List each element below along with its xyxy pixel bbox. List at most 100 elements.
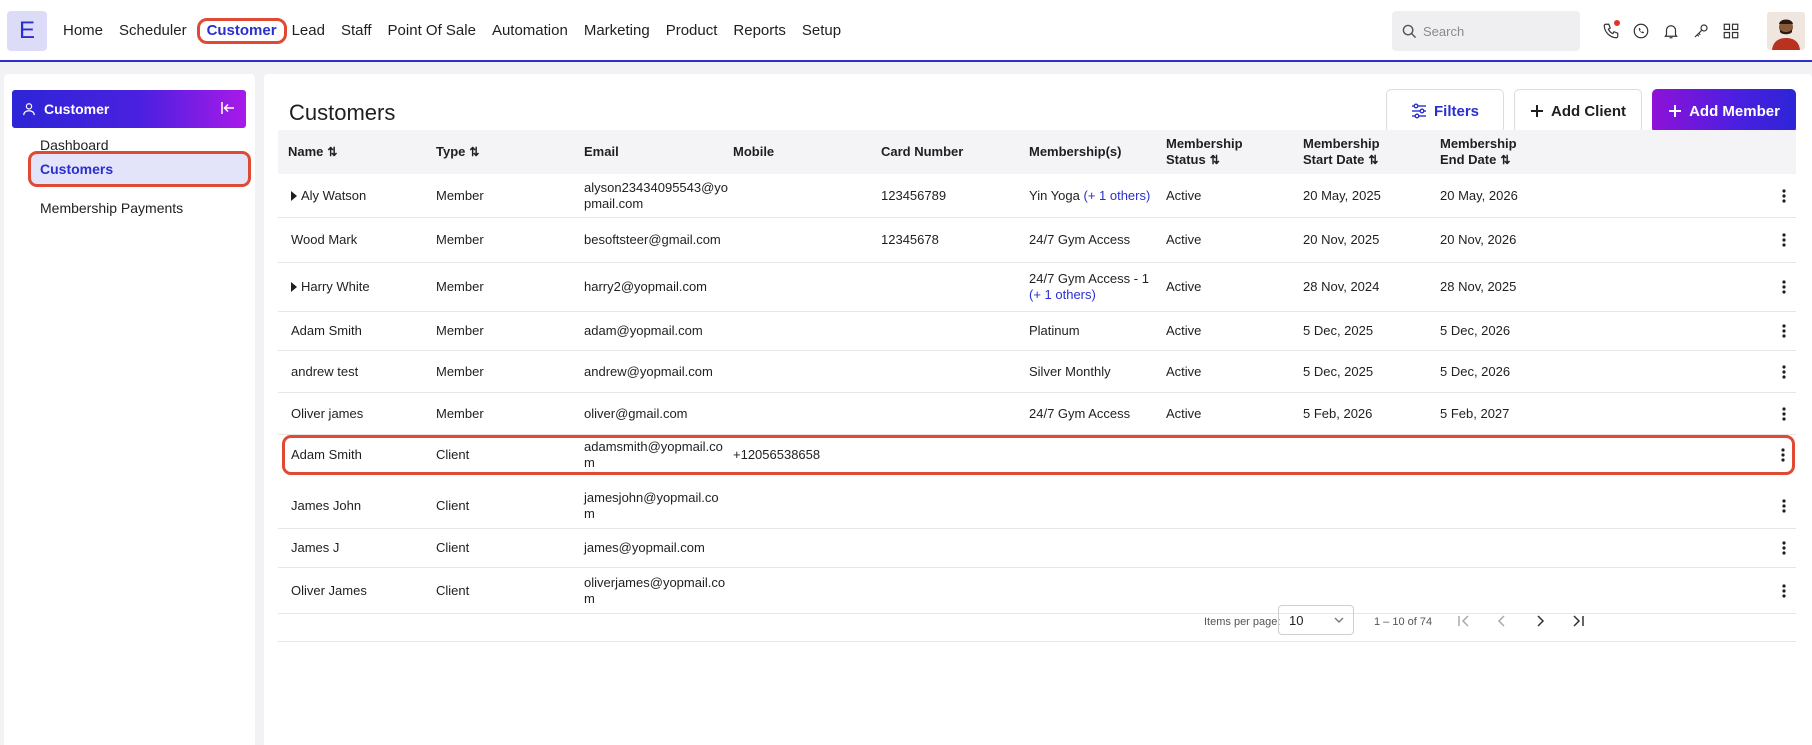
column-header-membership-start-date[interactable]: Membership Start Date ⇅	[1303, 130, 1380, 174]
next-page-icon[interactable]	[1530, 611, 1550, 631]
items-per-page-select[interactable]: 10	[1278, 605, 1354, 635]
plus-icon	[1531, 105, 1543, 117]
sidebar-item-membership-payments[interactable]: Membership Payments	[40, 200, 183, 216]
customer-name[interactable]: Wood Mark	[291, 232, 357, 248]
table-row[interactable]: Aly Watson Member alyson23434095543@yo pmai…	[278, 174, 1796, 218]
customer-name[interactable]: Harry White	[301, 279, 370, 295]
sort-icon[interactable]: ⇅	[1500, 152, 1510, 168]
sidebar-item-customers[interactable]: Customers	[28, 151, 251, 187]
bell-icon[interactable]	[1656, 18, 1686, 44]
add-member-button[interactable]: Add Member	[1652, 89, 1796, 133]
customer-name[interactable]: Adam Smith	[291, 323, 362, 339]
more-options-icon[interactable]	[1782, 351, 1786, 392]
previous-page-icon[interactable]	[1492, 611, 1512, 631]
cell-email: adam@yopmail.com	[584, 312, 703, 350]
more-options-icon[interactable]	[1781, 438, 1785, 472]
sort-icon[interactable]: ⇅	[469, 144, 479, 160]
more-options-icon[interactable]	[1782, 529, 1786, 567]
user-avatar[interactable]	[1767, 12, 1805, 50]
more-options-icon[interactable]	[1782, 218, 1786, 262]
expand-caret-icon[interactable]	[291, 282, 297, 292]
table-row[interactable]: Oliver james Member oliver@gmail.com 24/7 G…	[278, 393, 1796, 435]
search-box[interactable]	[1392, 11, 1580, 51]
more-options-icon[interactable]	[1782, 174, 1786, 217]
more-memberships-link[interactable]: (+ 1 others)	[1083, 188, 1150, 203]
collapse-sidebar-icon[interactable]	[220, 100, 236, 119]
cell-start-date: 20 Nov, 2025	[1303, 232, 1380, 247]
email-text: harry2@yopmail.com	[584, 279, 708, 294]
table-row[interactable]: Adam Smith Member adam@yopmail.com Platinum…	[278, 312, 1796, 351]
items-per-page-value: 10	[1289, 612, 1304, 628]
customer-name[interactable]: andrew test	[291, 364, 358, 380]
cell-memberships: Yin Yoga (+ 1 others)	[1029, 174, 1150, 217]
column-header-type[interactable]: Type ⇅	[436, 130, 479, 174]
table-row[interactable]: andrew test Member andrew@yopmail.com Silve…	[278, 351, 1796, 393]
cell-email: jamesjohn@yopmail.co m	[584, 483, 719, 528]
last-page-icon[interactable]	[1568, 611, 1588, 631]
nav-item-product[interactable]: Product	[666, 18, 718, 44]
cell-type: Client	[436, 540, 470, 555]
column-header-line: End Date	[1440, 152, 1497, 167]
cell-email: james@yopmail.com	[584, 529, 705, 567]
sort-icon[interactable]: ⇅	[1368, 152, 1378, 168]
user-icon	[23, 103, 35, 116]
app-logo[interactable]: E	[7, 11, 47, 51]
nav-item-setup[interactable]: Setup	[802, 18, 841, 44]
table-row[interactable]: James J Client james@yopmail.com	[278, 529, 1796, 568]
customer-name[interactable]: Aly Watson	[301, 188, 366, 204]
nav-item-lead[interactable]: Lead	[292, 18, 325, 44]
customer-name[interactable]: James John	[291, 498, 361, 514]
expand-caret-icon[interactable]	[291, 190, 297, 201]
cell-email: andrew@yopmail.com	[584, 351, 713, 392]
more-options-icon[interactable]	[1782, 263, 1786, 311]
cell-name: Harry White	[291, 263, 370, 311]
key-icon[interactable]	[1686, 18, 1716, 44]
nav-item-staff[interactable]: Staff	[341, 18, 372, 44]
sort-icon[interactable]: ⇅	[327, 144, 337, 160]
cell-memberships: Platinum	[1029, 312, 1080, 350]
more-options-icon[interactable]	[1782, 393, 1786, 434]
add-client-button[interactable]: Add Client	[1514, 89, 1642, 133]
grid-icon[interactable]	[1716, 18, 1746, 44]
more-memberships-link[interactable]: (+ 1 others)	[1029, 287, 1149, 303]
more-options-icon[interactable]	[1782, 483, 1786, 528]
cell-end-date: 20 Nov, 2026	[1440, 232, 1517, 247]
customer-name[interactable]: Oliver James	[291, 583, 367, 599]
search-input[interactable]	[1423, 23, 1563, 39]
nav-item-scheduler[interactable]: Scheduler	[119, 18, 187, 44]
table-row[interactable]: Adam Smith Client adamsmith@yopmail.co m +12…	[282, 435, 1795, 475]
sort-icon[interactable]: ⇅	[1210, 152, 1220, 168]
membership-name: 24/7 Gym Access - 1	[1029, 271, 1149, 286]
nav-item-home[interactable]: Home	[63, 18, 103, 44]
email-text-wrap: pmail.com	[584, 195, 644, 211]
nav-item-automation[interactable]: Automation	[492, 18, 568, 44]
cell-name: Adam Smith	[291, 312, 362, 350]
column-header-label: Type	[436, 144, 466, 159]
whatsapp-icon[interactable]	[1626, 18, 1656, 44]
email-text: james@yopmail.com	[584, 540, 705, 555]
column-header-membership-status[interactable]: Membership Status ⇅	[1166, 130, 1243, 174]
nav-item-customer[interactable]: Customer	[196, 18, 287, 44]
column-header-name[interactable]: Name ⇅	[288, 130, 337, 174]
table-row[interactable]: Harry White Member harry2@yopmail.com 24/7 …	[278, 263, 1796, 312]
cell-membership-status: Active	[1166, 279, 1202, 294]
nav-item-point-of-sale[interactable]: Point Of Sale	[388, 18, 476, 44]
page-range: 1 – 10 of 74	[1374, 616, 1433, 628]
table-row[interactable]: Wood Mark Member besoftsteer@gmail.com 1234…	[278, 218, 1796, 263]
filters-button[interactable]: Filters	[1386, 89, 1504, 133]
column-header-email: Email	[584, 130, 619, 174]
customer-name[interactable]: Adam Smith	[291, 447, 362, 463]
more-options-icon[interactable]	[1782, 312, 1786, 350]
cell-start-date: 20 May, 2025	[1303, 187, 1381, 203]
column-header-membership-end-date[interactable]: Membership End Date ⇅	[1440, 130, 1517, 174]
cell-name: andrew test	[291, 351, 358, 392]
customer-name[interactable]: James J	[291, 540, 339, 556]
top-nav-bar: E Home Scheduler Customer Lead Staff Point Of…	[0, 0, 1812, 62]
phone-icon[interactable]	[1596, 18, 1626, 44]
nav-item-marketing[interactable]: Marketing	[584, 18, 650, 44]
cell-end-date: 5 Dec, 2026	[1440, 363, 1511, 379]
table-row[interactable]: James John Client jamesjohn@yopmail.co m	[278, 483, 1796, 529]
nav-item-reports[interactable]: Reports	[733, 18, 786, 44]
first-page-icon[interactable]	[1454, 611, 1474, 631]
customer-name[interactable]: Oliver james	[291, 406, 363, 422]
